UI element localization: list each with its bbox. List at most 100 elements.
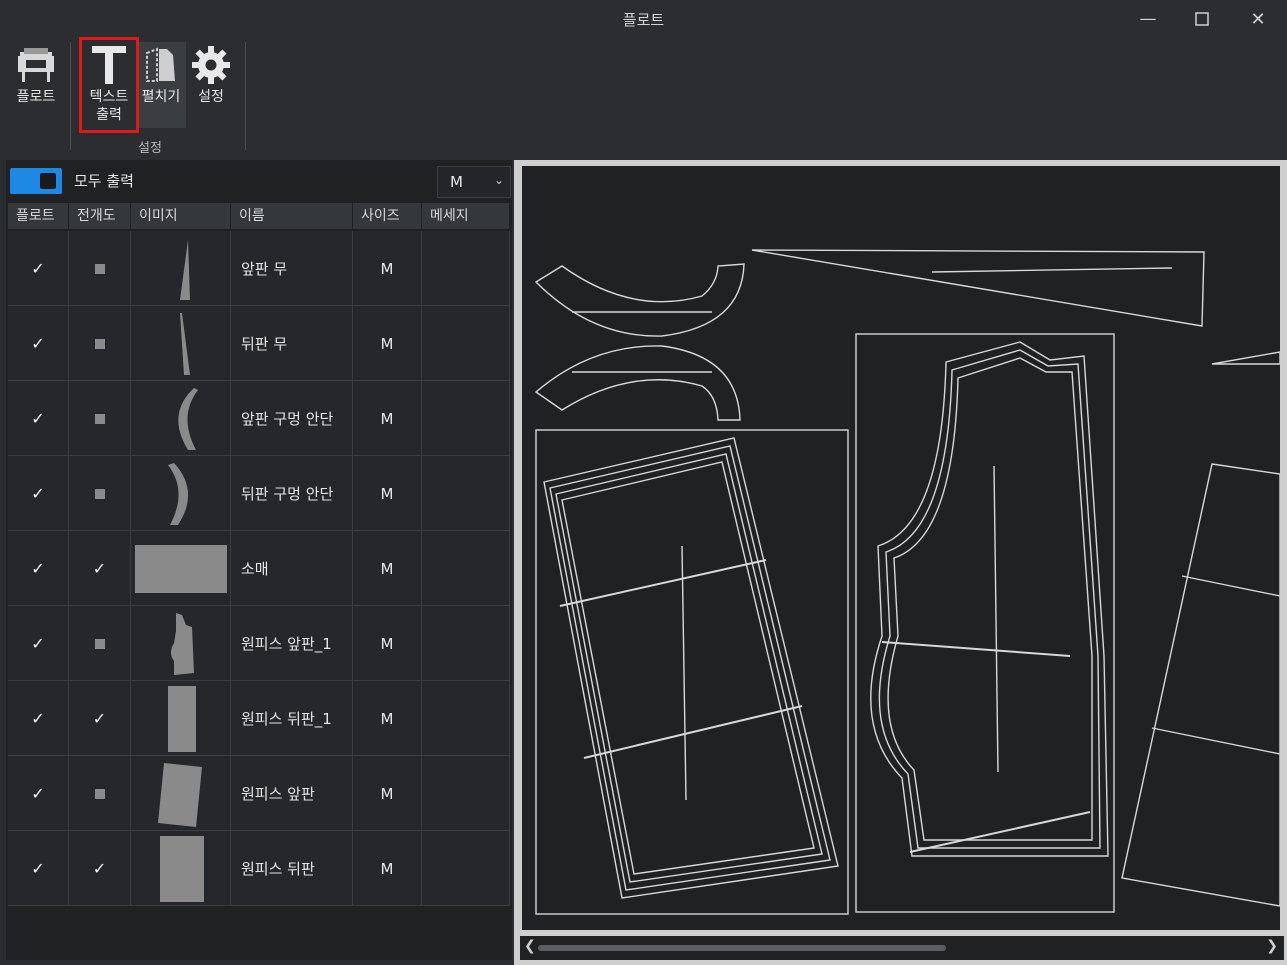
column-header-size[interactable]: 사이즈 bbox=[353, 203, 422, 229]
pattern-size: M bbox=[353, 231, 422, 306]
gear-icon bbox=[192, 46, 230, 84]
pattern-size: M bbox=[353, 756, 422, 831]
scrollbar-thumb[interactable] bbox=[538, 945, 946, 951]
pattern-name: 원피스 뒤판_1 bbox=[231, 681, 353, 756]
unfold-button-label: 펼치기 bbox=[141, 89, 181, 105]
unfold-checkbox[interactable]: ✓ bbox=[69, 531, 131, 606]
pattern-name: 원피스 앞판 bbox=[231, 756, 353, 831]
plot-checkbox[interactable]: ✓ bbox=[8, 606, 69, 681]
minimize-button[interactable]: — bbox=[1126, 5, 1170, 33]
size-select-value: M bbox=[450, 173, 463, 191]
unchecked-icon bbox=[94, 338, 105, 349]
pattern-name: 뒤판 구멍 안단 bbox=[231, 456, 353, 531]
unfold-checkbox[interactable] bbox=[69, 456, 131, 531]
unfold-checkbox[interactable] bbox=[69, 231, 131, 306]
column-header-plot[interactable]: 플로트 bbox=[8, 203, 69, 229]
table-row[interactable]: ✓ 앞판 구멍 안단 M bbox=[8, 381, 510, 456]
unfold-checkbox[interactable] bbox=[69, 756, 131, 831]
check-icon: ✓ bbox=[92, 709, 107, 728]
pattern-message bbox=[422, 531, 510, 606]
plot-checkbox[interactable]: ✓ bbox=[8, 381, 69, 456]
title-bar: 플로트 — ✕ bbox=[0, 0, 1287, 36]
scroll-left-icon[interactable]: ❮ bbox=[524, 938, 536, 954]
unchecked-icon bbox=[94, 263, 105, 274]
pattern-thumbnail bbox=[131, 681, 231, 756]
pattern-name: 소매 bbox=[231, 531, 353, 606]
settings-button-label: 설정 bbox=[198, 89, 224, 105]
pattern-size: M bbox=[353, 456, 422, 531]
pattern-message bbox=[422, 306, 510, 381]
pattern-name: 앞판 구멍 안단 bbox=[231, 381, 353, 456]
table-row[interactable]: ✓ 원피스 앞판_1 M bbox=[8, 606, 510, 681]
pattern-thumbnail bbox=[131, 756, 231, 831]
pattern-thumbnail bbox=[131, 456, 231, 531]
pattern-bounding-frame bbox=[535, 429, 849, 915]
check-icon: ✓ bbox=[31, 259, 45, 278]
unfold-checkbox[interactable] bbox=[69, 381, 131, 456]
unfold-button[interactable]: 펼치기 bbox=[136, 42, 186, 128]
table-row[interactable]: ✓ 원피스 앞판 M bbox=[8, 756, 510, 831]
pattern-message bbox=[422, 606, 510, 681]
table-row[interactable]: ✓ ✓ 소매 M bbox=[8, 531, 510, 606]
unfold-checkbox[interactable]: ✓ bbox=[69, 831, 131, 906]
check-icon: ✓ bbox=[31, 409, 45, 428]
plot-button-label: 플로트 bbox=[16, 89, 56, 105]
plot-checkbox[interactable]: ✓ bbox=[8, 681, 69, 756]
pattern-thumbnail bbox=[131, 531, 231, 606]
plot-button[interactable]: 플로트 bbox=[10, 42, 62, 132]
unchecked-icon bbox=[94, 638, 105, 649]
scroll-right-icon[interactable]: ❯ bbox=[1266, 938, 1278, 954]
close-button[interactable]: ✕ bbox=[1236, 5, 1280, 33]
maximize-button[interactable] bbox=[1180, 5, 1224, 33]
pattern-size: M bbox=[353, 381, 422, 456]
unchecked-icon bbox=[94, 488, 105, 499]
pattern-name: 원피스 앞판_1 bbox=[231, 606, 353, 681]
unfold-checkbox[interactable] bbox=[69, 306, 131, 381]
table-row[interactable]: ✓ ✓ 원피스 뒤판 M bbox=[8, 831, 510, 906]
chevron-down-icon: ⌄ bbox=[493, 173, 504, 187]
plot-checkbox[interactable]: ✓ bbox=[8, 231, 69, 306]
horizontal-scrollbar[interactable]: ❮ ❯ bbox=[520, 936, 1284, 960]
pattern-size: M bbox=[353, 306, 422, 381]
plot-checkbox[interactable]: ✓ bbox=[8, 756, 69, 831]
unfold-checkbox[interactable]: ✓ bbox=[69, 681, 131, 756]
selection-highlight bbox=[79, 37, 139, 133]
minimize-icon: — bbox=[1139, 9, 1157, 29]
pattern-size: M bbox=[353, 531, 422, 606]
toolbar-group-caption: 설정 bbox=[138, 141, 162, 156]
check-icon: ✓ bbox=[31, 784, 45, 803]
pattern-thumbnail bbox=[131, 306, 231, 381]
pattern-name: 원피스 뒤판 bbox=[231, 831, 353, 906]
pattern-size: M bbox=[353, 681, 422, 756]
settings-button[interactable]: 설정 bbox=[186, 42, 236, 132]
pattern-piece bbox=[751, 249, 1205, 327]
check-icon: ✓ bbox=[31, 859, 45, 878]
column-header-message[interactable]: 메세지 bbox=[422, 203, 510, 229]
check-icon: ✓ bbox=[31, 709, 45, 728]
table-row[interactable]: ✓ 앞판 무M bbox=[8, 231, 510, 306]
toggle-knob bbox=[40, 173, 56, 189]
table-row[interactable]: ✓ 뒤판 구멍 안단 M bbox=[8, 456, 510, 531]
table-row[interactable]: ✓ 뒤판 무M bbox=[8, 306, 510, 381]
print-all-toggle[interactable] bbox=[10, 168, 62, 194]
plot-checkbox[interactable]: ✓ bbox=[8, 456, 69, 531]
table-row[interactable]: ✓ ✓ 원피스 뒤판_1 M bbox=[8, 681, 510, 756]
size-select[interactable]: M ⌄ bbox=[437, 166, 511, 198]
column-header-unfold[interactable]: 전개도 bbox=[69, 203, 131, 229]
pattern-table: ✓ 앞판 무 M ✓ 뒤판 무 M ✓ 앞판 구멍 안단 M ✓ 뒤판 구멍 안단 M ✓ ✓ 소매 M ✓ 원피… bbox=[8, 231, 510, 906]
check-icon: ✓ bbox=[31, 559, 45, 578]
pattern-thumbnail bbox=[131, 831, 231, 906]
check-icon: ✓ bbox=[92, 859, 107, 878]
pattern-size: M bbox=[353, 606, 422, 681]
plot-checkbox[interactable]: ✓ bbox=[8, 531, 69, 606]
column-header-image[interactable]: 이미지 bbox=[131, 203, 231, 229]
plot-checkbox[interactable]: ✓ bbox=[8, 831, 69, 906]
pattern-size: M bbox=[353, 831, 422, 906]
plot-checkbox[interactable]: ✓ bbox=[8, 306, 69, 381]
print-all-label: 모두 출력 bbox=[74, 172, 134, 190]
unfold-icon bbox=[146, 47, 175, 82]
plot-preview-canvas[interactable] bbox=[522, 166, 1280, 930]
column-header-name[interactable]: 이름 bbox=[231, 203, 353, 229]
check-icon: ✓ bbox=[31, 634, 45, 653]
unfold-checkbox[interactable] bbox=[69, 606, 131, 681]
